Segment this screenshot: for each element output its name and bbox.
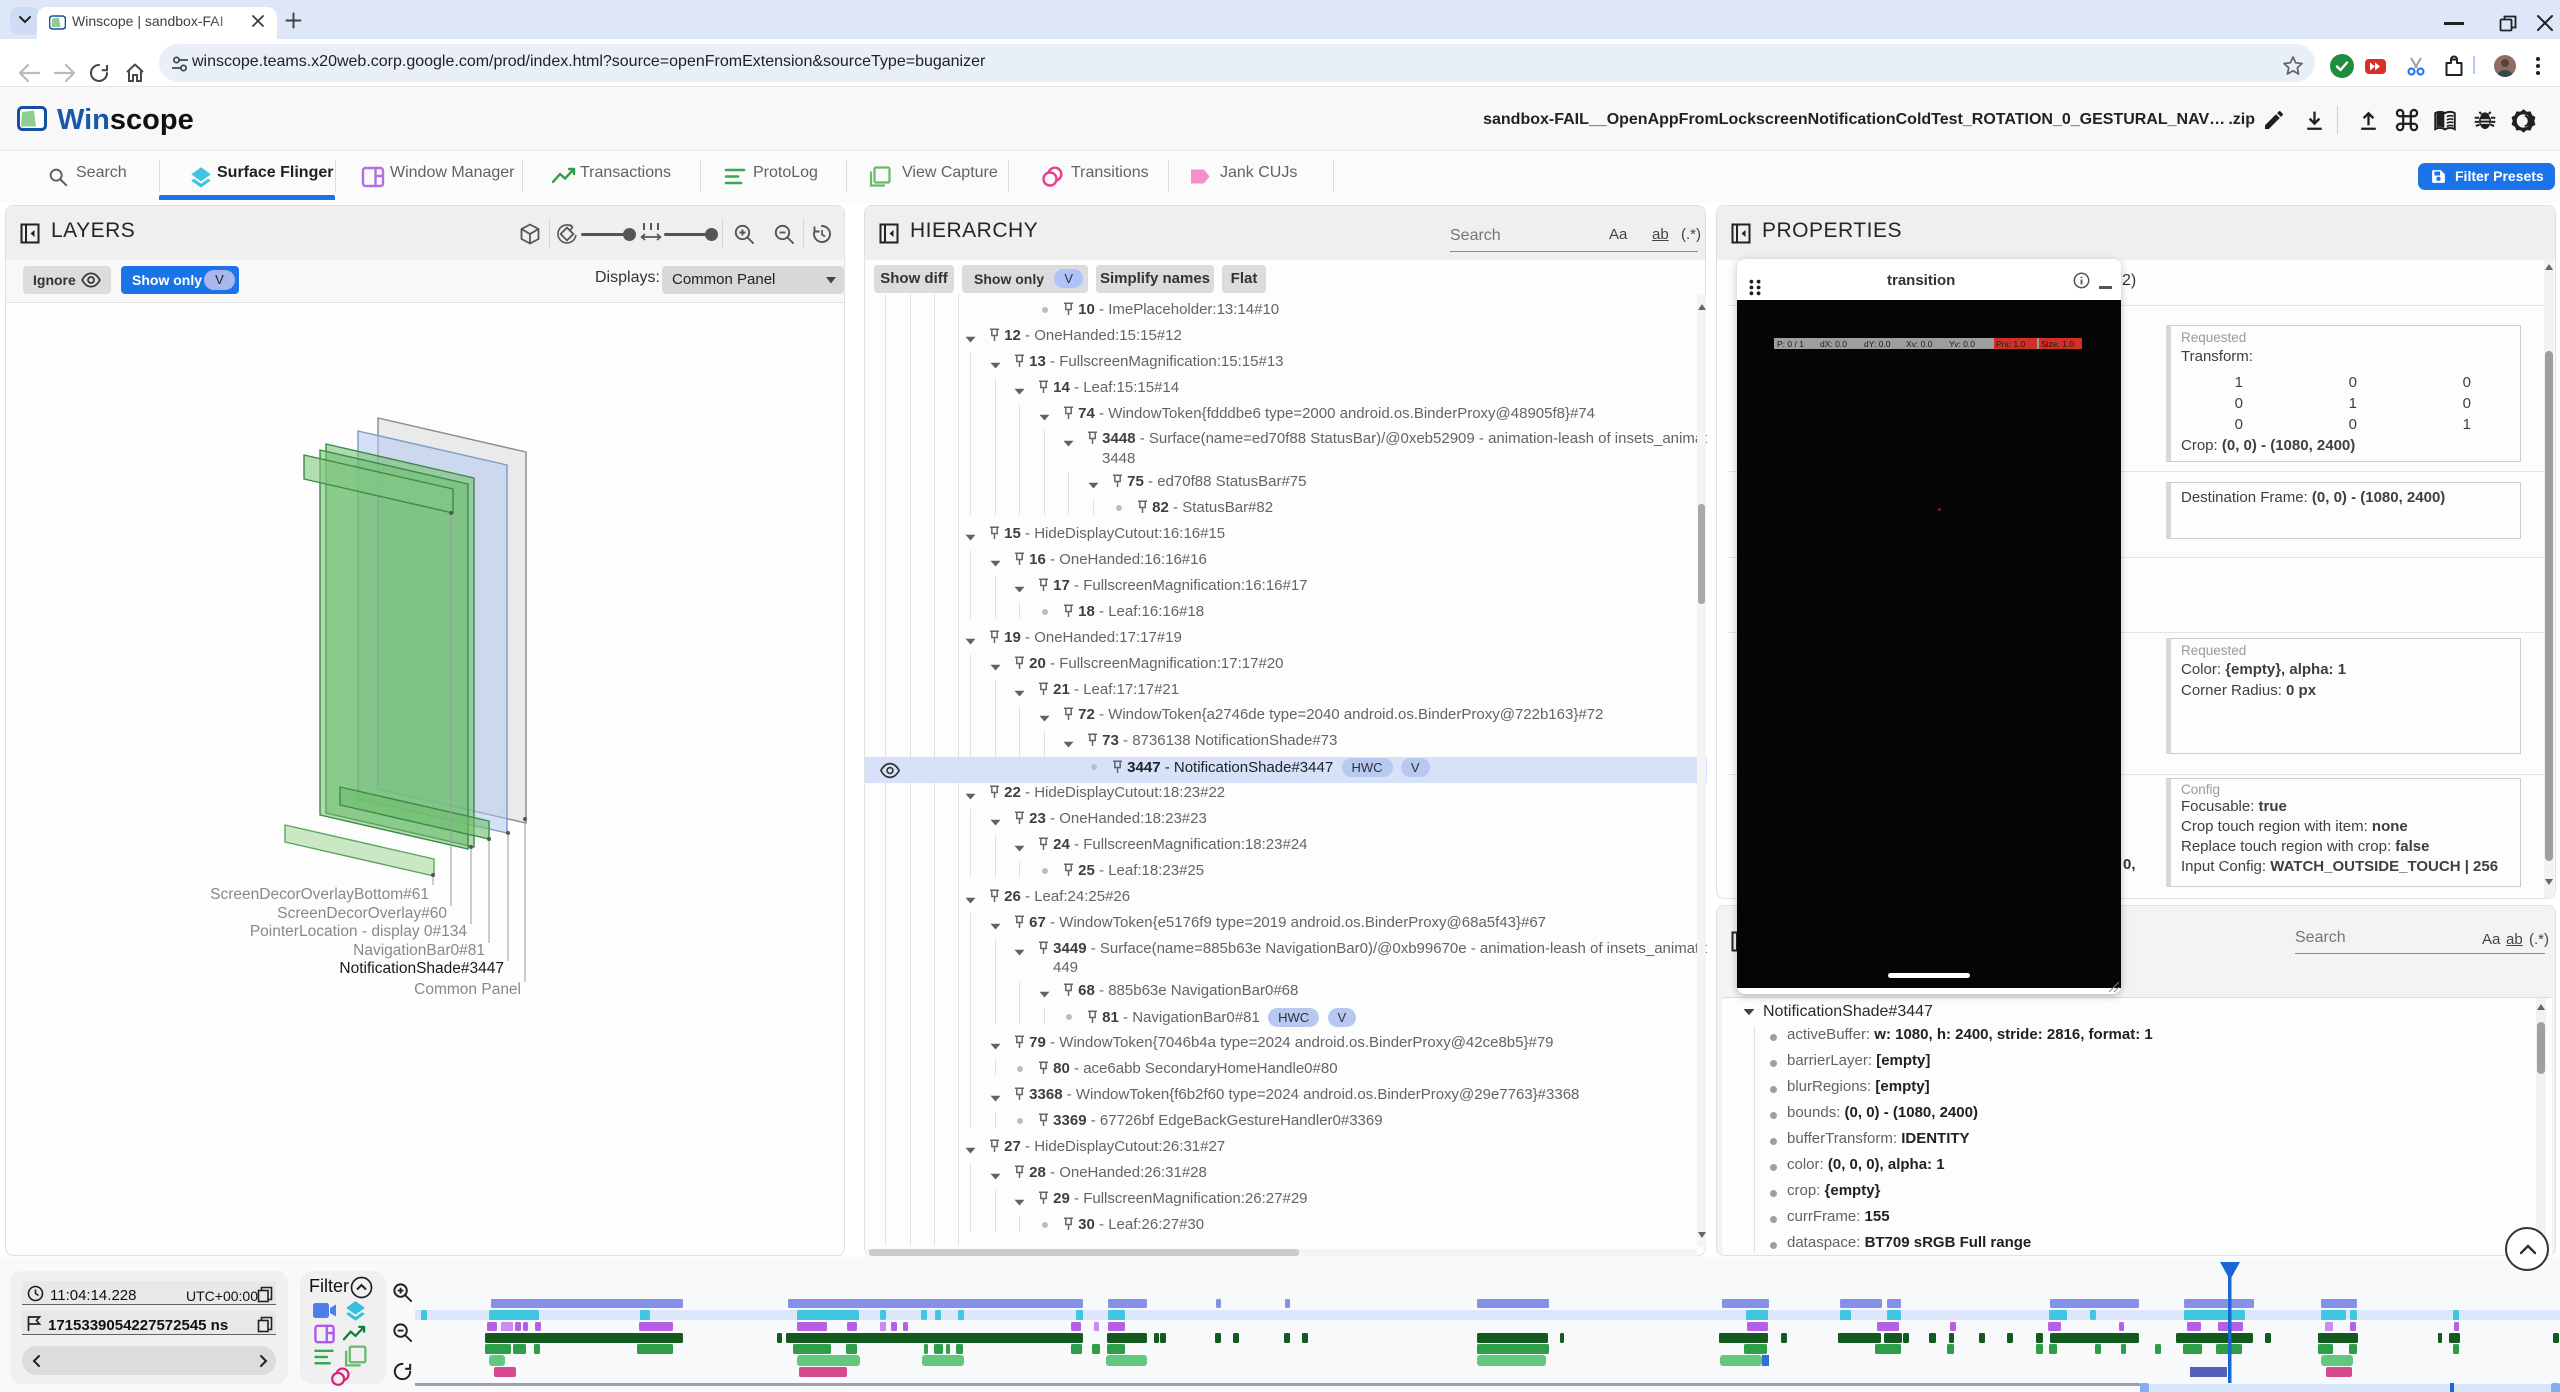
svg-text:ScreenDecorOverlayBottom#61: ScreenDecorOverlayBottom#61 [210, 886, 429, 903]
svg-text:Common Panel: Common Panel [414, 981, 521, 998]
svg-text:ScreenDecorOverlay#60: ScreenDecorOverlay#60 [277, 905, 447, 922]
svg-text:PointerLocation - display 0#13: PointerLocation - display 0#134 [250, 923, 468, 940]
svg-text:NotificationShade#3447: NotificationShade#3447 [339, 960, 504, 977]
svg-text:NavigationBar0#81: NavigationBar0#81 [353, 942, 485, 959]
